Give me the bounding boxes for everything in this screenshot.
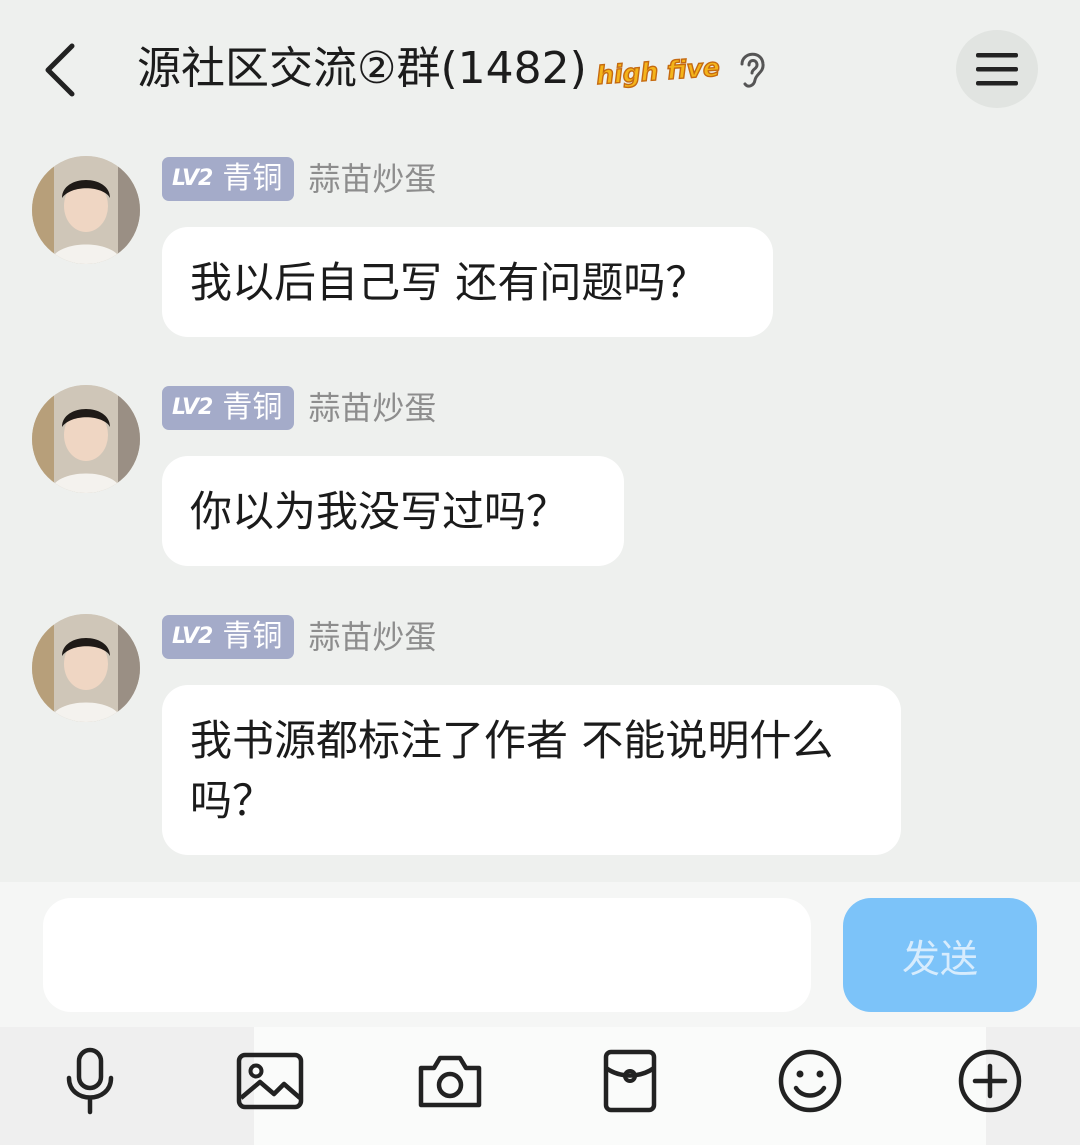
level-name: 青铜 (222, 390, 283, 425)
level-tag: LV2 (172, 624, 213, 649)
message-meta: LV2 青铜 蒜苗炒蛋 (162, 157, 436, 201)
more-button[interactable] (950, 1041, 1030, 1121)
level-badge: LV2 青铜 (162, 157, 295, 201)
sender-name[interactable]: 蒜苗炒蛋 (308, 157, 436, 201)
high-five-badge-text: high five (595, 53, 720, 90)
ear-icon[interactable] (732, 46, 772, 92)
chevron-left-icon (45, 43, 75, 97)
level-tag: LV2 (172, 166, 213, 191)
image-icon (236, 1052, 304, 1110)
microphone-icon (66, 1047, 114, 1115)
emoji-icon (778, 1049, 842, 1113)
voice-button[interactable] (50, 1041, 130, 1121)
avatar-image (32, 614, 140, 722)
sender-name[interactable]: 蒜苗炒蛋 (308, 615, 436, 659)
high-five-badge-icon: high five (595, 52, 720, 90)
emoji-button[interactable] (770, 1041, 850, 1121)
level-badge: LV2 青铜 (162, 386, 295, 430)
input-bar: 发送 (0, 882, 1080, 1027)
message-bubble[interactable]: 你以为我没写过吗？ (162, 456, 624, 566)
group-title[interactable]: 源社区交流②群(1482) (137, 38, 587, 100)
chat-header: 源社区交流②群(1482) high five (0, 0, 1080, 140)
level-name: 青铜 (222, 619, 283, 654)
image-button[interactable] (230, 1041, 310, 1121)
menu-button[interactable] (956, 30, 1038, 108)
message-bubble[interactable]: 我书源都标注了作者 不能说明什么吗？ (162, 685, 901, 855)
back-button[interactable] (30, 35, 90, 105)
avatar[interactable] (32, 385, 140, 493)
avatar-image (32, 156, 140, 264)
message-meta: LV2 青铜 蒜苗炒蛋 (162, 386, 436, 430)
red-packet-icon (603, 1049, 657, 1113)
message-input[interactable] (43, 898, 811, 1012)
camera-icon (418, 1055, 482, 1108)
sender-name[interactable]: 蒜苗炒蛋 (308, 386, 436, 430)
hamburger-menu-icon (976, 53, 1018, 86)
level-name: 青铜 (222, 161, 283, 196)
message-bubble[interactable]: 我以后自己写 还有问题吗？ (162, 227, 773, 337)
avatar-image (32, 385, 140, 493)
level-badge: LV2 青铜 (162, 615, 295, 659)
message-meta: LV2 青铜 蒜苗炒蛋 (162, 615, 436, 659)
level-tag: LV2 (172, 395, 213, 420)
camera-button[interactable] (410, 1041, 490, 1121)
bottom-toolbar (0, 1027, 1080, 1145)
avatar[interactable] (32, 156, 140, 264)
plus-icon (958, 1049, 1022, 1113)
send-button[interactable]: 发送 (843, 898, 1037, 1012)
red-packet-button[interactable] (590, 1041, 670, 1121)
avatar[interactable] (32, 614, 140, 722)
